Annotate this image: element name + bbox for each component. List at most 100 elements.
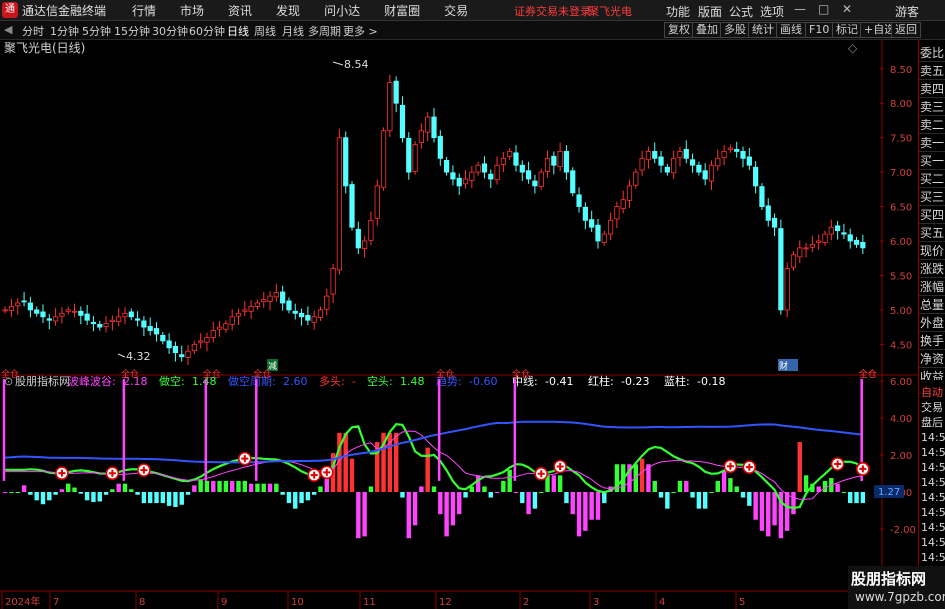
indicator-bar (59, 489, 65, 492)
period-30min[interactable]: 30分钟 (152, 23, 188, 39)
side-trade-label[interactable]: 自动 (919, 385, 945, 400)
side-trade-label[interactable]: 14:56 (919, 445, 945, 460)
current-value: 1.27 (878, 487, 900, 498)
side-field-label[interactable]: 买五 (919, 224, 945, 242)
indicator-bar (715, 480, 721, 492)
collapse-icon[interactable]: ◇ (848, 41, 858, 55)
side-field-label[interactable]: 买一 (919, 152, 945, 170)
side-field-label[interactable]: 买二 (919, 170, 945, 188)
indicator-bar (532, 492, 538, 509)
side-trade-label[interactable]: 14:56 (919, 490, 945, 505)
side-trade-label[interactable]: 盘后 (919, 415, 945, 430)
indicator-bar (658, 492, 664, 498)
period-1min[interactable]: 1分钟 (50, 23, 79, 39)
side-trade-label[interactable]: 14:56 (919, 430, 945, 445)
candle-body (166, 340, 172, 349)
side-field-label[interactable]: 卖三 (919, 98, 945, 116)
menu-item-wealth[interactable]: 财富圈 (384, 2, 420, 19)
indicator-bar (40, 492, 46, 505)
indicator-bar (305, 492, 311, 501)
menu-item-news[interactable]: 资讯 (228, 2, 252, 19)
menu-item-quotes[interactable]: 行情 (132, 2, 156, 19)
side-field-label[interactable]: 卖四 (919, 80, 945, 98)
period-15min[interactable]: 15分钟 (114, 23, 150, 39)
side-field-label[interactable]: 买四 (919, 206, 945, 224)
side-trade-label[interactable]: 14:56 (919, 460, 945, 475)
f10-button[interactable]: F10 (805, 22, 834, 38)
price-tick-label: 6.50 (890, 203, 912, 214)
side-field-label[interactable]: 卖五 (919, 62, 945, 80)
side-trade-label[interactable]: 14:56 (919, 520, 945, 535)
indicator-bar (576, 492, 582, 537)
indicator-name[interactable]: 股朋指标网 (15, 374, 70, 388)
login-status[interactable]: 证券交易未登录 (514, 3, 591, 19)
draw-line-button[interactable]: 画线 (776, 22, 806, 38)
side-trade-label[interactable]: 14:56 (919, 475, 945, 490)
adjust-button[interactable]: 复权 (664, 22, 694, 38)
menu-function[interactable]: 功能 (666, 3, 690, 20)
side-field-label[interactable]: 买三 (919, 188, 945, 206)
period-tick[interactable]: 分时 (22, 23, 44, 39)
side-field-label[interactable]: 涨幅 (919, 278, 945, 296)
candle-body (494, 164, 500, 181)
menu-options[interactable]: 选项 (760, 3, 784, 20)
maximize-icon[interactable]: □ (818, 2, 829, 16)
indicator-bar (204, 480, 210, 492)
mark-button[interactable]: 标记 (832, 22, 862, 38)
indicator-bar (759, 492, 765, 531)
indicator-bar (400, 492, 405, 498)
indicator-bar (103, 492, 109, 495)
side-trade-label[interactable]: 14:56 (919, 550, 945, 565)
side-trade-label[interactable]: 14:56 (919, 535, 945, 550)
period-daily[interactable]: 日线 (227, 23, 249, 39)
multi-stock-button[interactable]: 多股 (720, 22, 750, 38)
side-field-label[interactable]: 卖二 (919, 116, 945, 134)
candle-body (589, 219, 595, 228)
minimize-icon[interactable]: — (794, 2, 806, 16)
indicator-bar (684, 480, 689, 492)
indicator-bar (797, 442, 802, 492)
indicator-item-label: 做空: (159, 374, 185, 388)
side-field-label[interactable]: 卖一 (919, 134, 945, 152)
period-more[interactable]: 更多 > (343, 23, 378, 39)
period-60min[interactable]: 60分钟 (189, 23, 225, 39)
side-trade-label[interactable]: 14:56 (919, 505, 945, 520)
candle-body (784, 268, 790, 311)
side-field-label[interactable]: 现价 (919, 242, 945, 260)
indicator-bar (248, 483, 254, 492)
side-field-label[interactable]: 净资 (919, 350, 945, 368)
candle-body (261, 299, 267, 303)
guest-user[interactable]: 游客 (895, 3, 919, 20)
candle-body (727, 147, 734, 150)
period-5min[interactable]: 5分钟 (82, 23, 111, 39)
candle-body (273, 292, 279, 298)
menu-formula[interactable]: 公式 (729, 3, 753, 20)
back-button[interactable]: 返回 (891, 22, 921, 38)
candle-body (204, 337, 210, 343)
indicator-bar (261, 483, 266, 492)
side-field-label[interactable]: 换手 (919, 332, 945, 350)
side-trade-label[interactable]: 交易 (919, 400, 945, 415)
overlay-button[interactable]: 叠加 (692, 22, 722, 38)
period-monthly[interactable]: 月线 (282, 23, 304, 39)
side-field-label[interactable]: 外盘 (919, 314, 945, 332)
menu-item-discover[interactable]: 发现 (276, 2, 300, 19)
price-tick-label: 7.50 (890, 134, 912, 145)
menu-item-market[interactable]: 市场 (180, 2, 204, 19)
menu-item-trade[interactable]: 交易 (444, 2, 468, 19)
stock-name-header: 聚飞光电 (588, 5, 632, 18)
stats-button[interactable]: 统计 (748, 22, 778, 38)
close-icon[interactable]: ✕ (842, 2, 852, 16)
menu-item-ask[interactable]: 问小达 (324, 2, 360, 19)
date-tick-label: 5 (739, 597, 745, 608)
candle-body (507, 151, 513, 157)
period-multi[interactable]: 多周期 (308, 23, 341, 39)
side-field-label[interactable]: 委比 (919, 44, 945, 62)
menu-layout[interactable]: 版面 (698, 3, 722, 20)
side-field-label[interactable]: 涨跌 (919, 260, 945, 278)
side-field-label[interactable]: 总量 (919, 296, 945, 314)
scroll-left-icon[interactable]: ◀ (4, 23, 12, 36)
period-weekly[interactable]: 周线 (254, 23, 276, 39)
kline-chart[interactable]: 聚飞光电(日线) ◇ 8.50 8.00 7.50 7.00 6.50 6.00 5.50 5… (0, 40, 918, 609)
indicator-bar (860, 492, 866, 504)
